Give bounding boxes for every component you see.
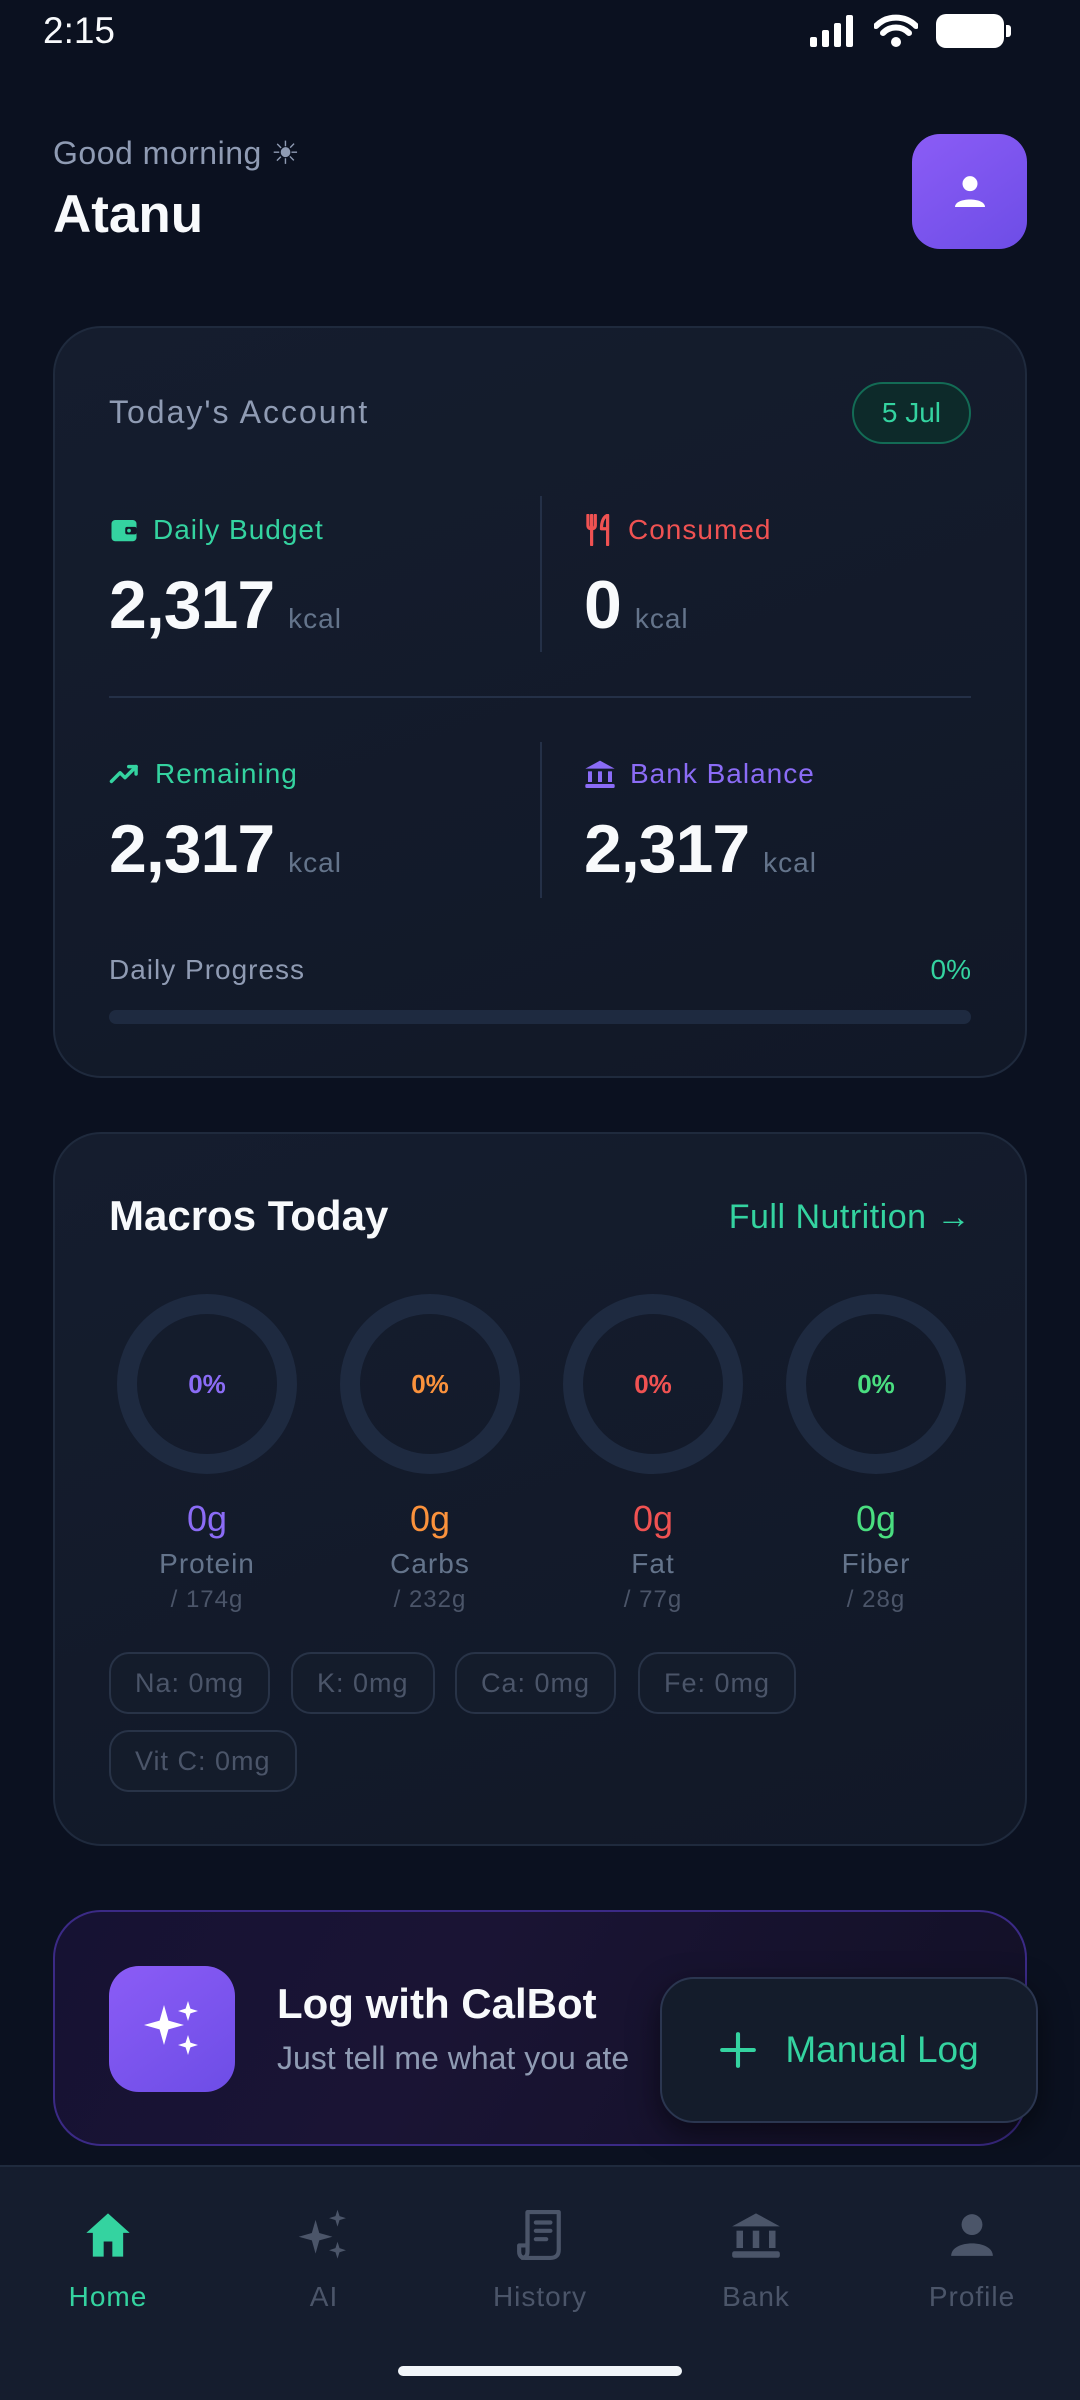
nav-bank[interactable]: Bank xyxy=(656,2203,856,2313)
plus-icon xyxy=(720,2032,757,2068)
progress-percent: 0% xyxy=(930,954,971,985)
macro-ring: 0% xyxy=(340,1294,520,1474)
macro-percent: 0% xyxy=(634,1368,672,1399)
macro-protein[interactable]: 0% 0g Protein / 174g xyxy=(117,1294,297,1614)
macro-ring: 0% xyxy=(786,1294,966,1474)
macro-ring: 0% xyxy=(563,1294,743,1474)
user-icon xyxy=(954,175,985,207)
battery-icon xyxy=(936,14,1011,48)
full-nutrition-link[interactable]: Full Nutrition → xyxy=(729,1198,971,1237)
daily-budget-label: Daily Budget xyxy=(153,514,324,545)
macro-percent: 0% xyxy=(411,1368,449,1399)
remaining-value: 2,317 xyxy=(109,811,275,887)
manual-log-label: Manual Log xyxy=(785,2029,979,2070)
macro-goal: / 232g xyxy=(393,1586,467,1613)
macro-name: Carbs xyxy=(390,1548,470,1579)
date-badge[interactable]: 5 Jul xyxy=(851,382,971,444)
macro-name: Fat xyxy=(631,1548,675,1579)
nav-label: History xyxy=(492,2281,588,2312)
sparkles-icon xyxy=(298,2209,346,2259)
macro-percent: 0% xyxy=(857,1368,895,1399)
consumed-label: Consumed xyxy=(628,514,772,545)
calbot-icon xyxy=(109,1966,235,2092)
macro-value: 0g xyxy=(632,1498,674,1539)
consumed-unit: kcal xyxy=(634,603,689,634)
divider xyxy=(540,496,542,652)
trending-up-icon xyxy=(109,764,138,784)
bank-balance-unit: kcal xyxy=(763,847,817,878)
macro-ring: 0% xyxy=(117,1294,297,1474)
remaining-stat: Remaining 2,317 kcal xyxy=(109,758,342,888)
daily-budget-value: 2,317 xyxy=(109,567,275,643)
account-title: Today's Account xyxy=(109,394,370,430)
calbot-subtitle: Just tell me what you ate xyxy=(277,2040,630,2076)
nav-ai[interactable]: AI xyxy=(224,2203,424,2313)
consumed-value: 0 xyxy=(584,567,622,643)
nav-profile[interactable]: Profile xyxy=(872,2203,1072,2313)
home-indicator xyxy=(398,2366,682,2376)
divider xyxy=(109,696,971,698)
greeting-text: Good morning ☀ xyxy=(53,135,301,171)
nav-label: AI xyxy=(309,2281,339,2312)
progress-label: Daily Progress xyxy=(109,954,306,985)
sparkles-icon xyxy=(144,2001,198,2055)
micronutrient-chip: Ca: 0mg xyxy=(455,1652,617,1714)
macros-card: Macros Today Full Nutrition → 0% 0g Prot… xyxy=(53,1132,1027,1846)
nav-label: Bank xyxy=(722,2281,790,2312)
macro-goal: / 28g xyxy=(846,1586,906,1613)
nav-label: Home xyxy=(68,2281,148,2312)
profile-avatar-button[interactable] xyxy=(912,134,1027,249)
macro-fiber[interactable]: 0% 0g Fiber / 28g xyxy=(786,1294,966,1614)
status-time: 2:15 xyxy=(43,10,116,51)
macro-fat[interactable]: 0% 0g Fat / 77g xyxy=(563,1294,743,1614)
nav-label: Profile xyxy=(928,2281,1016,2312)
receipt-icon xyxy=(517,2209,561,2260)
remaining-label: Remaining xyxy=(155,758,298,789)
bank-balance-label: Bank Balance xyxy=(630,758,815,789)
status-bar: 2:15 xyxy=(0,0,1080,64)
nav-history[interactable]: History xyxy=(440,2203,640,2313)
micronutrient-chip: Fe: 0mg xyxy=(638,1652,797,1714)
bank-balance-stat: Bank Balance 2,317 kcal xyxy=(584,758,817,888)
bank-icon xyxy=(732,2213,780,2258)
macro-carbs[interactable]: 0% 0g Carbs / 232g xyxy=(340,1294,520,1614)
macro-goal: / 174g xyxy=(170,1586,244,1613)
manual-log-button[interactable]: Manual Log xyxy=(660,1977,1038,2123)
micronutrient-chip: Na: 0mg xyxy=(109,1652,271,1714)
divider xyxy=(540,742,542,898)
micronutrient-chip: Vit C: 0mg xyxy=(109,1730,297,1792)
daily-budget-unit: kcal xyxy=(288,603,342,634)
consumed-stat: Consumed 0 kcal xyxy=(584,514,771,644)
wifi-icon xyxy=(874,14,918,47)
utensils-icon xyxy=(586,514,610,546)
macro-value: 0g xyxy=(409,1498,451,1539)
wallet-icon xyxy=(111,520,137,542)
micronutrient-chip: K: 0mg xyxy=(291,1652,435,1714)
macros-title: Macros Today xyxy=(109,1192,389,1239)
bank-icon xyxy=(585,760,615,788)
daily-progress-bar xyxy=(109,1010,971,1024)
calbot-title: Log with CalBot xyxy=(277,1980,597,2027)
bottom-nav: Home AI History Bank Profile xyxy=(0,2165,1080,2400)
macro-value: 0g xyxy=(186,1498,228,1539)
todays-account-card: Today's Account 5 Jul Daily Budget 2,317… xyxy=(53,326,1027,1078)
macro-name: Fiber xyxy=(841,1548,911,1579)
remaining-unit: kcal xyxy=(288,847,342,878)
user-name: Atanu xyxy=(53,185,204,244)
signal-icon xyxy=(810,15,853,47)
bank-balance-value: 2,317 xyxy=(584,811,750,887)
daily-budget-stat: Daily Budget 2,317 kcal xyxy=(109,514,342,644)
status-icons xyxy=(810,14,1011,48)
profile-icon xyxy=(951,2214,993,2256)
macro-name: Protein xyxy=(159,1548,255,1579)
macro-value: 0g xyxy=(855,1498,897,1539)
home-icon xyxy=(86,2213,130,2257)
macro-percent: 0% xyxy=(188,1368,226,1399)
macro-goal: / 77g xyxy=(623,1586,683,1613)
nav-home[interactable]: Home xyxy=(8,2203,208,2313)
